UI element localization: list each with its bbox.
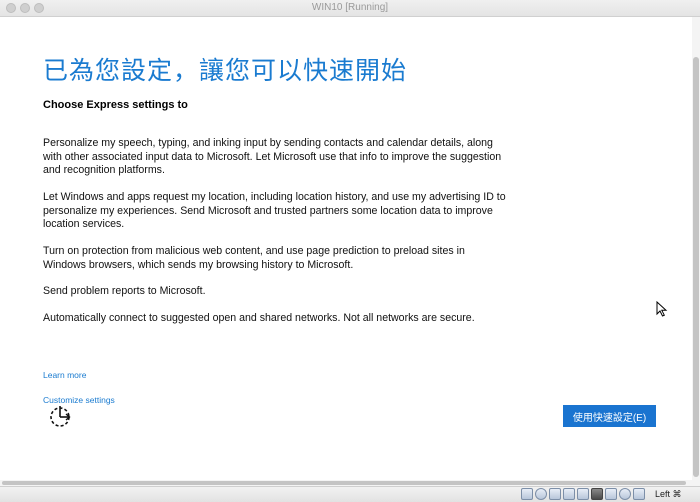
paragraph-problem-reports: Send problem reports to Microsoft. [43,285,206,297]
shared-folder-icon[interactable] [563,488,575,500]
guest-screen: 已為您設定，讓您可以快速開始 Choose Express settings t… [0,17,692,480]
optical-disk-icon[interactable] [535,488,547,500]
display-icon[interactable] [577,488,589,500]
usb-icon[interactable] [549,488,561,500]
title-bar: WIN10 [Running] [0,0,700,17]
download-icon[interactable] [633,488,645,500]
setup-heading: 已為您設定，讓您可以快速開始 [43,57,408,85]
recording-icon[interactable] [605,488,617,500]
paragraph-location: Let Windows and apps request my location… [43,191,506,230]
paragraph-web-protection: Turn on protection from malicious web co… [43,245,465,271]
vertical-scroll-thumb[interactable] [693,57,699,477]
paragraph-speech-typing: Personalize my speech, typing, and inkin… [43,137,502,176]
express-settings-subheading: Choose Express settings to [43,99,188,111]
vm-window: WIN10 [Running] 已為您設定，讓您可以快速開始 Choose Ex… [0,0,700,502]
horizontal-scroll-thumb[interactable] [2,481,686,485]
paragraph-networks: Automatically connect to suggested open … [43,312,475,324]
capture-icon[interactable] [619,488,631,500]
vm-status-bar: Left ⌘ [0,486,700,502]
window-title: WIN10 [Running] [311,2,389,13]
network-icon[interactable] [591,488,603,500]
vertical-scrollbar[interactable] [692,17,700,480]
use-express-settings-button[interactable]: 使用快速設定(E) [563,405,656,427]
host-key-label: Left ⌘ [655,489,682,499]
learn-more-link[interactable]: Learn more [43,370,86,380]
hard-disk-icon[interactable] [521,488,533,500]
status-icons [521,488,645,502]
mouse-cursor-icon [656,301,668,317]
ease-of-access-icon[interactable] [48,404,74,428]
